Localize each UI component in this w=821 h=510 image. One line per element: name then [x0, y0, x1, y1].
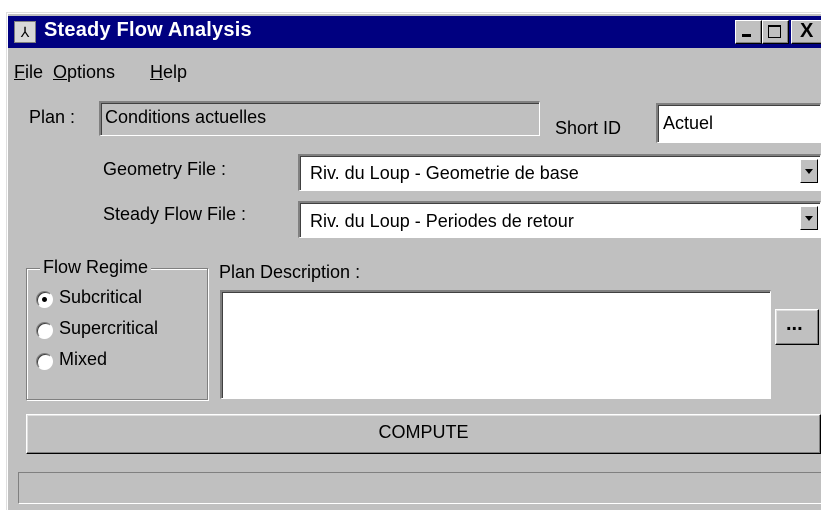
geometry-file-select[interactable]: Riv. du Loup - Geometrie de base	[298, 154, 821, 191]
status-bar	[18, 472, 821, 504]
maximize-icon	[768, 25, 781, 38]
description-ellipsis-button[interactable]: ...	[775, 309, 819, 345]
steady-flow-file-value: Riv. du Loup - Periodes de retour	[310, 211, 574, 231]
steady-flow-file-select[interactable]: Riv. du Loup - Periodes de retour	[298, 201, 821, 238]
plan-title-field[interactable]: Conditions actuelles	[99, 101, 540, 136]
short-id-value: Actuel	[663, 113, 714, 133]
radio-selected-dot	[42, 297, 47, 302]
steady-flow-file-label: Steady Flow File :	[103, 204, 247, 224]
radio-subcritical-label[interactable]: Subcritical	[59, 287, 142, 308]
close-icon: X	[800, 20, 814, 42]
radio-subcritical[interactable]	[36, 291, 53, 308]
short-id-label: Short ID	[555, 118, 622, 138]
compute-button-label: COMPUTE	[378, 422, 469, 442]
ellipsis-icon: ...	[786, 313, 803, 335]
hec-ras-icon[interactable]: ⅄	[14, 21, 36, 43]
plan-title-value: Conditions actuelles	[105, 107, 267, 127]
menu-file[interactable]: File	[14, 62, 43, 83]
minimize-icon	[742, 34, 751, 37]
window-title: Steady Flow Analysis	[44, 19, 252, 41]
menu-options[interactable]: Options	[53, 62, 115, 83]
maximize-button[interactable]	[762, 20, 789, 44]
plan-description-label: Plan Description :	[219, 262, 361, 282]
plan-label: Plan :	[29, 107, 76, 127]
minimize-button[interactable]	[735, 20, 762, 44]
geometry-file-label: Geometry File :	[103, 159, 227, 179]
close-button[interactable]: X	[791, 20, 821, 44]
radio-supercritical[interactable]	[36, 322, 53, 339]
short-id-input[interactable]: Actuel	[656, 103, 821, 143]
compute-button[interactable]: COMPUTE	[26, 414, 821, 454]
radio-supercritical-label[interactable]: Supercritical	[59, 318, 158, 339]
menu-help[interactable]: Help	[150, 62, 187, 83]
chevron-down-icon[interactable]	[800, 206, 818, 230]
chevron-down-icon[interactable]	[800, 159, 818, 183]
radio-mixed[interactable]	[36, 353, 53, 370]
plan-description-textarea[interactable]	[220, 290, 771, 399]
radio-mixed-label[interactable]: Mixed	[59, 349, 107, 370]
flow-regime-title: Flow Regime	[40, 257, 152, 278]
geometry-file-value: Riv. du Loup - Geometrie de base	[310, 163, 579, 183]
